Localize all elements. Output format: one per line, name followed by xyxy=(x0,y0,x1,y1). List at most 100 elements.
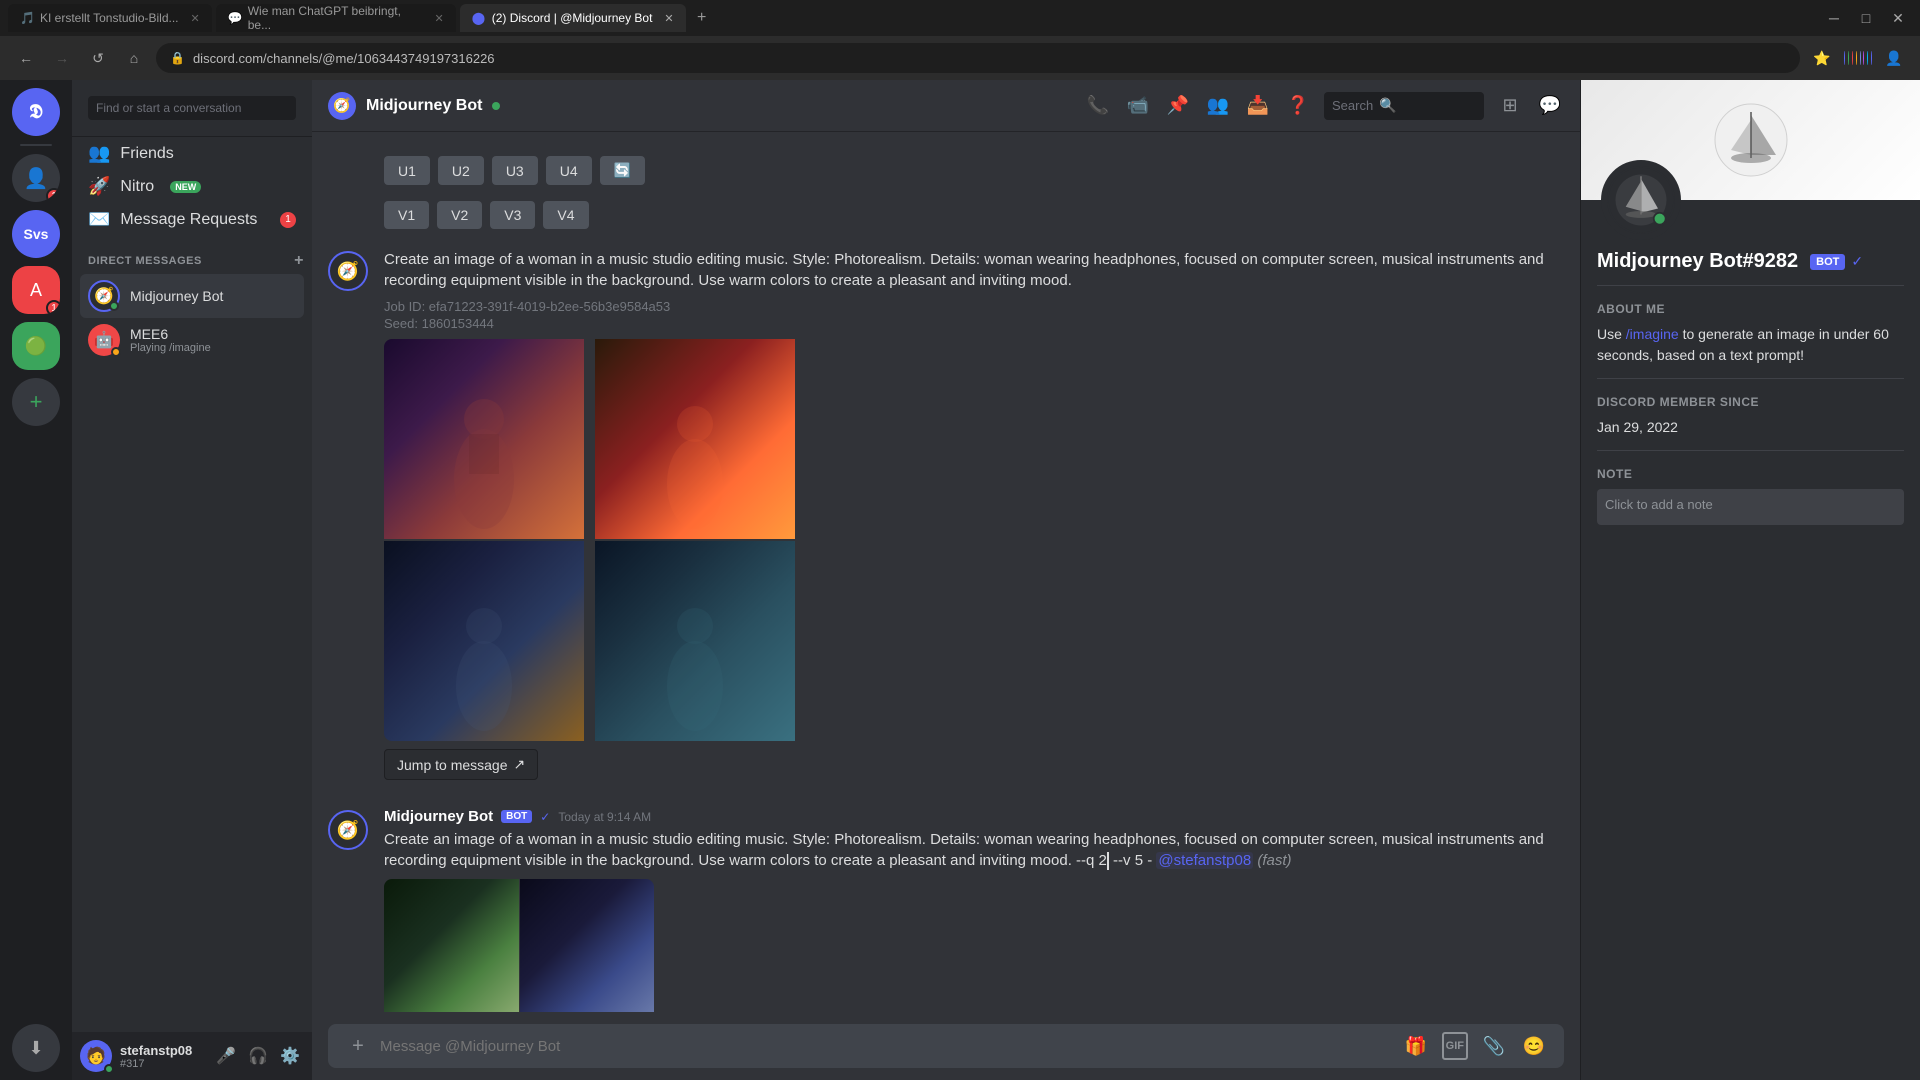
jump-to-message-button[interactable]: Jump to message ↗ xyxy=(384,749,538,780)
server-discord-home[interactable]: 𝕯 xyxy=(12,88,60,136)
image-cell-3[interactable] xyxy=(384,541,584,741)
browser-chrome: 🎵 KI erstellt Tonstudio-Bild... ✕ 💬 Wie … xyxy=(0,0,1920,80)
inbox-button[interactable]: 📥 xyxy=(1244,92,1272,120)
server-item-2[interactable]: Svs xyxy=(12,210,60,258)
message-avatar-3: 🧭 xyxy=(328,810,368,850)
add-members-button[interactable]: 👥 xyxy=(1204,92,1232,120)
headphones-button[interactable]: 🎧 xyxy=(244,1042,272,1070)
v3-button[interactable]: V3 xyxy=(490,201,535,229)
video-button[interactable]: 📹 xyxy=(1124,92,1152,120)
dm-item-midjourney[interactable]: 🧭 Midjourney Bot xyxy=(80,274,304,318)
server-item-4[interactable]: 🟢 xyxy=(12,322,60,370)
profile-divider-3 xyxy=(1597,450,1904,451)
dm-info-mee6: MEE6 Playing /imagine xyxy=(130,326,296,354)
search-dm-input[interactable]: Find or start a conversation xyxy=(88,96,296,120)
search-box[interactable]: Search 🔍 xyxy=(1324,92,1484,120)
view-toggle-button[interactable]: ⊞ xyxy=(1496,92,1524,120)
back-button[interactable]: ← xyxy=(12,44,40,72)
u4-button[interactable]: U4 xyxy=(546,156,592,185)
image-cell-1[interactable] xyxy=(384,339,584,539)
about-highlight[interactable]: /imagine xyxy=(1626,326,1679,342)
browser-action-extensions[interactable] xyxy=(1844,44,1872,72)
tab-2-close[interactable]: ✕ xyxy=(435,12,444,25)
channel-header-left: 🧭 Midjourney Bot xyxy=(328,92,1072,120)
profile-bot-badge: BOT xyxy=(1810,254,1845,270)
message-input-field[interactable] xyxy=(380,1038,1394,1055)
server-item-3[interactable]: A 1 xyxy=(12,266,60,314)
address-text: discord.com/channels/@me/106344374919731… xyxy=(193,51,1786,66)
note-input[interactable]: Click to add a note xyxy=(1597,489,1904,525)
emoji-button[interactable]: 😊 xyxy=(1520,1032,1548,1060)
home-button[interactable]: ⌂ xyxy=(120,44,148,72)
settings-button[interactable]: ⚙️ xyxy=(276,1042,304,1070)
user-status-dot xyxy=(104,1064,114,1074)
refresh-button[interactable]: 🔄 xyxy=(600,156,645,185)
image-cell-2[interactable] xyxy=(595,339,795,539)
profile-divider-2 xyxy=(1597,378,1904,379)
tab-3-close[interactable]: ✕ xyxy=(664,12,673,25)
phone-button[interactable]: 📞 xyxy=(1084,92,1112,120)
u3-button[interactable]: U3 xyxy=(492,156,538,185)
download-button[interactable]: ⬇ xyxy=(12,1024,60,1072)
image-cell-5[interactable] xyxy=(384,879,519,1012)
u1-button[interactable]: U1 xyxy=(384,156,430,185)
profile-verified-icon: ✓ xyxy=(1851,253,1863,270)
about-me-section: ABOUT ME Use /imagine to generate an ima… xyxy=(1597,302,1904,366)
v4-button[interactable]: V4 xyxy=(543,201,588,229)
online-indicator xyxy=(492,102,500,110)
tab-2[interactable]: 💬 Wie man ChatGPT beibringt, be... ✕ xyxy=(216,4,456,32)
upload-button[interactable]: 📎 xyxy=(1480,1032,1508,1060)
profile-button[interactable]: 👤 xyxy=(1880,44,1908,72)
v1-button[interactable]: V1 xyxy=(384,201,429,229)
member-since-title: DISCORD MEMBER SINCE xyxy=(1597,395,1904,409)
dm-avatar-mee6: 🤖 xyxy=(88,324,120,356)
dm-section-label: DIRECT MESSAGES xyxy=(88,255,202,267)
image-cell-4[interactable] xyxy=(595,541,795,741)
tab-3-favicon: ⬤ xyxy=(472,11,486,25)
server-notification-badge-1: 1 xyxy=(46,188,60,202)
minimize-button[interactable]: ─ xyxy=(1820,4,1848,32)
browser-action-star[interactable]: ⭐ xyxy=(1808,44,1836,72)
message-requests-item[interactable]: ✉️ Message Requests 1 xyxy=(80,203,304,236)
forward-button[interactable]: → xyxy=(48,44,76,72)
dm-item-mee6[interactable]: 🤖 MEE6 Playing /imagine xyxy=(80,318,304,362)
mention-user[interactable]: @stefanstp08 xyxy=(1156,852,1253,869)
close-browser-button[interactable]: ✕ xyxy=(1884,4,1912,32)
tab-1-close[interactable]: ✕ xyxy=(191,12,200,25)
maximize-button[interactable]: □ xyxy=(1852,4,1880,32)
messages-area[interactable]: U1 U2 U3 U4 🔄 V1 V2 V3 V4 🧭 xyxy=(312,132,1580,1012)
sailboat-image xyxy=(1711,100,1791,180)
message-2: 🧭 Create an image of a woman in a music … xyxy=(328,245,1564,784)
profile-body: Midjourney Bot#9282 BOT ✓ ABOUT ME Use /… xyxy=(1581,200,1920,541)
new-tab-button[interactable]: + xyxy=(690,6,714,30)
dms-button[interactable]: 💬 xyxy=(1536,92,1564,120)
user-info: stefanstp08 #317 xyxy=(120,1043,204,1070)
dm-list: Find or start a conversation 👥 Friends 🚀… xyxy=(72,80,312,1080)
u2-button[interactable]: U2 xyxy=(438,156,484,185)
jump-label: Jump to message xyxy=(397,757,508,773)
nitro-item[interactable]: 🚀 Nitro NEW xyxy=(80,170,304,203)
add-dm-button[interactable]: + xyxy=(294,252,304,270)
gif-button[interactable]: GIF xyxy=(1442,1032,1468,1060)
add-attachment-button[interactable]: + xyxy=(344,1032,372,1060)
image-cell-6[interactable] xyxy=(520,879,654,1012)
message-header-3: Midjourney Bot BOT ✓ Today at 9:14 AM xyxy=(384,808,1564,825)
pin-button[interactable]: 📌 xyxy=(1164,92,1192,120)
help-button[interactable]: ❓ xyxy=(1284,92,1312,120)
add-server-button[interactable]: + xyxy=(12,378,60,426)
dm-name-mee6: MEE6 xyxy=(130,326,296,342)
reload-button[interactable]: ↺ xyxy=(84,44,112,72)
message-text-2: Create an image of a woman in a music st… xyxy=(384,249,1564,291)
tab-3[interactable]: ⬤ (2) Discord | @Midjourney Bot ✕ xyxy=(460,4,686,32)
user-area: 🧑 stefanstp08 #317 🎤 🎧 ⚙️ xyxy=(72,1032,312,1080)
message-requests-badge: 1 xyxy=(280,212,296,228)
gift-button[interactable]: 🎁 xyxy=(1402,1032,1430,1060)
v2-button[interactable]: V2 xyxy=(437,201,482,229)
friends-icon: 👥 xyxy=(88,143,110,164)
mic-button[interactable]: 🎤 xyxy=(212,1042,240,1070)
friends-item[interactable]: 👥 Friends xyxy=(80,137,304,170)
tab-1[interactable]: 🎵 KI erstellt Tonstudio-Bild... ✕ xyxy=(8,4,212,32)
server-item-1[interactable]: 👤 1 xyxy=(12,154,60,202)
member-since-date: Jan 29, 2022 xyxy=(1597,417,1904,438)
address-bar[interactable]: 🔒 discord.com/channels/@me/1063443749197… xyxy=(156,43,1800,73)
